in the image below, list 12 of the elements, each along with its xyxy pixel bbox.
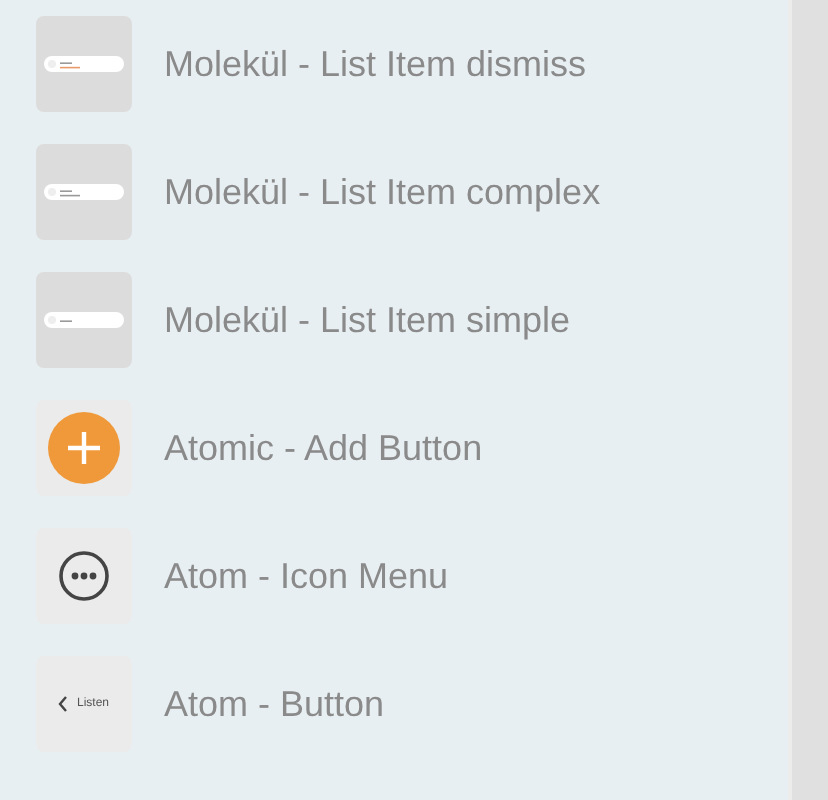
component-name[interactable]: Atom - Icon Menu — [164, 555, 449, 597]
list-item-preview-icon — [44, 56, 124, 72]
more-icon — [58, 550, 110, 602]
component-name[interactable]: Molekül - List Item simple — [164, 299, 571, 341]
component-name[interactable]: Atom - Button — [164, 683, 385, 725]
component-name[interactable]: Atomic - Add Button — [164, 427, 483, 469]
chevron-left-icon — [58, 696, 69, 712]
list-item-preview-icon — [44, 184, 124, 200]
component-name[interactable]: Molekül - List Item dismiss — [164, 43, 587, 85]
list-item-preview-icon — [44, 312, 124, 328]
add-icon — [48, 412, 120, 484]
component-name[interactable]: Molekül - List Item complex — [164, 171, 601, 213]
